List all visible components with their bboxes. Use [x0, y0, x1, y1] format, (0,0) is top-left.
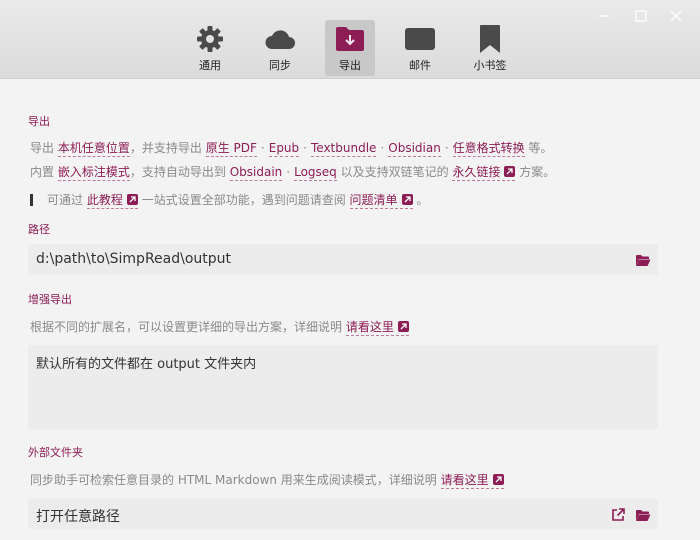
bookmark-icon: [478, 24, 502, 54]
external-link-icon: [401, 194, 413, 205]
maximize-icon[interactable]: [631, 8, 651, 24]
link-local-location[interactable]: 本机任意位置: [57, 141, 130, 157]
link-format-obsidian[interactable]: Obsidian: [388, 141, 441, 157]
tab-label: 导出: [339, 59, 361, 72]
link-format-textbundle[interactable]: Textbundle: [310, 141, 377, 157]
link-tutorial[interactable]: 此教程: [86, 193, 138, 209]
link-see-here[interactable]: 请看这里: [440, 473, 504, 489]
tab-general[interactable]: 通用: [185, 20, 235, 76]
external-link-icon: [126, 194, 138, 205]
export-desc-line1: 导出 本机任意位置，并支持导出 原生 PDF · Epub · Textbundle · O…: [30, 141, 553, 157]
tab-label: 小书签: [473, 59, 507, 72]
section-title-path: 路径: [28, 223, 50, 236]
export-tip-line: 可通过 此教程 一站式设置全部功能，遇到问题请查阅 问题清单 。: [30, 191, 428, 209]
external-folder-field[interactable]: 打开任意路径: [28, 499, 658, 529]
gear-icon: [195, 24, 225, 54]
tab-label: 通用: [199, 59, 221, 72]
folder-open-icon[interactable]: [635, 252, 651, 271]
external-folder-placeholder[interactable]: 打开任意路径: [36, 506, 120, 526]
tab-export[interactable]: 导出: [325, 20, 375, 76]
section-title-enhanced: 增强导出: [28, 293, 72, 306]
path-field[interactable]: d:\path\to\SimpRead\output: [28, 244, 658, 275]
link-format-any[interactable]: 任意格式转换: [452, 141, 525, 157]
enhanced-textarea-value[interactable]: 默认所有的文件都在 output 文件夹内: [36, 353, 256, 372]
external-link-icon: [397, 321, 409, 332]
tab-bookmarklet[interactable]: 小书签: [465, 20, 515, 76]
link-embed-annotation[interactable]: 嵌入标注模式: [57, 165, 130, 181]
toolbar: 通用 同步 导出 邮件 小书签: [0, 0, 700, 79]
path-value[interactable]: d:\path\to\SimpRead\output: [36, 251, 231, 267]
section-title-export: 导出: [28, 115, 50, 128]
tab-label: 邮件: [409, 59, 431, 72]
link-permalink[interactable]: 永久链接: [452, 165, 516, 181]
cloud-icon: [264, 24, 296, 54]
link-obsidain[interactable]: Obsidain: [229, 165, 283, 181]
link-format-epub[interactable]: Epub: [268, 141, 300, 157]
link-format-pdf[interactable]: 原生 PDF: [205, 141, 257, 157]
link-see-here[interactable]: 请看这里: [345, 320, 409, 336]
section-title-external: 外部文件夹: [28, 446, 83, 459]
tab-mail[interactable]: 邮件: [395, 20, 445, 76]
link-logseq[interactable]: Logseq: [294, 165, 337, 181]
settings-tabs: 通用 同步 导出 邮件 小书签: [185, 20, 535, 76]
tab-sync[interactable]: 同步: [255, 20, 305, 76]
mail-icon: [404, 24, 436, 54]
link-faq[interactable]: 问题清单: [349, 193, 413, 209]
external-desc: 同步助手可检索任意目录的 HTML Markdown 用来生成阅读模式，详细说明…: [30, 471, 504, 489]
tip-marker: [30, 194, 33, 206]
export-folder-icon: [335, 24, 365, 54]
tab-label: 同步: [269, 59, 291, 72]
enhanced-textarea[interactable]: 默认所有的文件都在 output 文件夹内: [28, 345, 658, 429]
minimize-icon[interactable]: [594, 8, 614, 24]
close-icon[interactable]: [666, 8, 686, 24]
folder-open-icon[interactable]: [635, 507, 651, 526]
external-link-icon: [504, 166, 516, 177]
enhanced-desc: 根据不同的扩展名，可以设置更详细的导出方案，详细说明 请看这里: [30, 318, 409, 336]
export-desc-line2: 内置 嵌入标注模式，支持自动导出到 Obsidain · Logseq 以及支持双链…: [30, 165, 556, 181]
external-link-icon: [492, 474, 504, 485]
external-link-icon[interactable]: [611, 507, 625, 526]
